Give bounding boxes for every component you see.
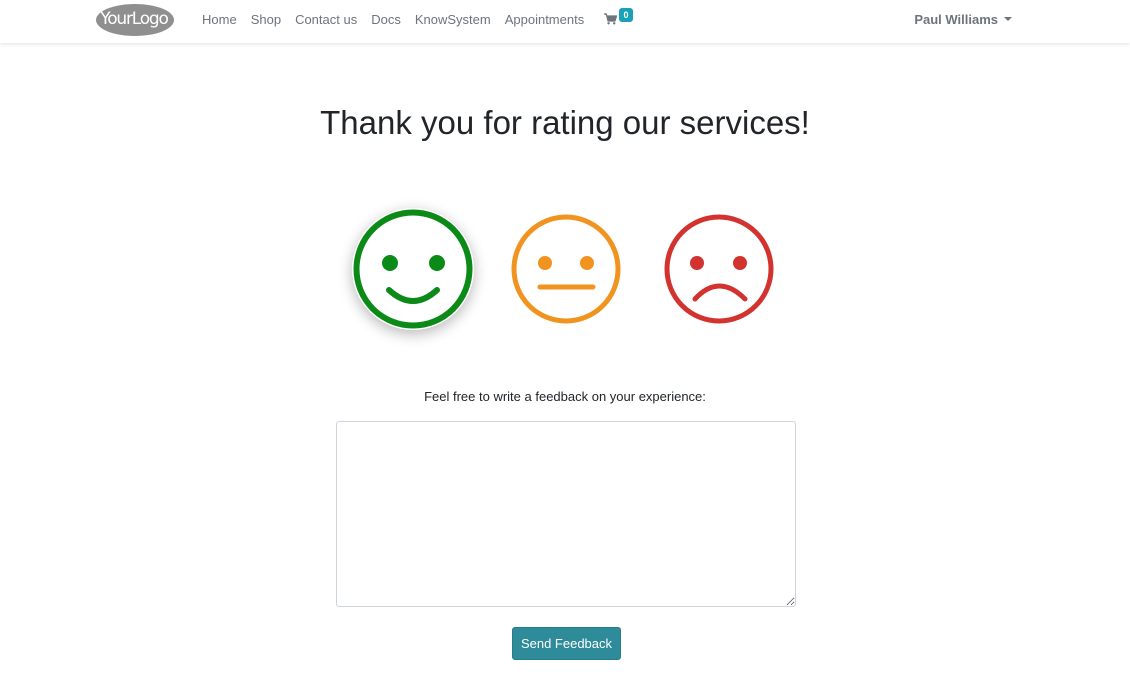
nav-contact-us[interactable]: Contact us [295,12,357,27]
nav-shop[interactable]: Shop [251,12,281,27]
feedback-textarea[interactable] [336,421,796,607]
logo[interactable]: YourLogo [93,3,175,37]
smiley-happy-icon [353,209,473,329]
nav-docs[interactable]: Docs [371,12,401,27]
smiley-neutral-icon [511,214,621,324]
nav-home[interactable]: Home [202,12,237,27]
page-title: Thank you for rating our services! [320,104,810,141]
main-menu: Home Shop Contact us Docs KnowSystem App… [202,0,598,38]
shopping-cart-icon [604,13,617,25]
rating-dissatisfied-button[interactable] [663,213,775,325]
smiley-sad-icon [664,214,774,324]
user-name: Paul Williams [914,12,998,27]
logo-text: YourLogo [100,9,169,29]
send-feedback-button[interactable]: Send Feedback [512,627,621,660]
nav-knowsystem[interactable]: KnowSystem [415,12,491,27]
cart-button[interactable]: 0 [604,8,634,30]
rating-satisfied-button[interactable] [352,208,474,330]
top-navbar: YourLogo Home Shop Contact us Docs KnowS… [0,0,1130,43]
rating-neutral-button[interactable] [510,213,622,325]
cart-count-badge: 0 [619,8,633,22]
feedback-label: Feel free to write a feedback on your ex… [424,389,706,404]
nav-appointments[interactable]: Appointments [505,12,585,27]
chevron-down-icon [1004,17,1012,21]
user-menu-dropdown[interactable]: Paul Williams [914,12,1012,27]
